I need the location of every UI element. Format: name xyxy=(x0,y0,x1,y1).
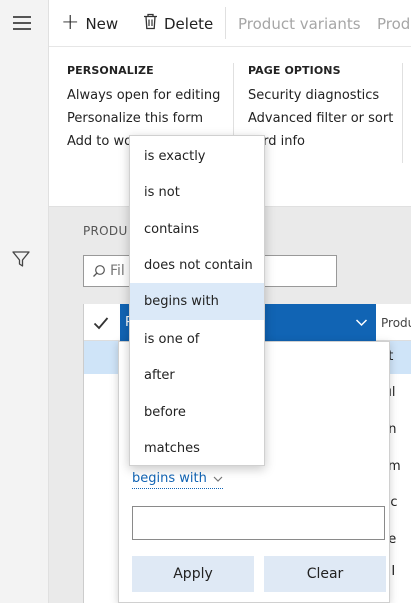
filter-value-input[interactable] xyxy=(132,506,385,540)
operator-option-is-one-of[interactable]: is one of xyxy=(130,321,264,358)
funnel-icon[interactable] xyxy=(11,249,31,269)
operator-option-matches[interactable]: matches xyxy=(130,430,264,467)
new-button[interactable]: + New xyxy=(61,0,118,47)
action-pane: + New Delete Product variants Prod xyxy=(49,0,411,47)
clear-button[interactable]: Clear xyxy=(264,556,386,592)
nav-rail xyxy=(0,0,49,603)
action-divider xyxy=(225,7,226,39)
plus-icon: + xyxy=(61,9,80,35)
operator-option-does-not-contain[interactable]: does not contain xyxy=(130,247,264,284)
security-diagnostics-link[interactable]: Security diagnostics xyxy=(248,84,393,107)
prod-button[interactable]: Prod xyxy=(377,0,410,47)
group-divider xyxy=(402,63,403,163)
personalize-heading: PERSONALIZE xyxy=(67,64,154,77)
always-open-for-editing-link[interactable]: Always open for editing xyxy=(67,84,220,107)
grid-filter-placeholder: Fil xyxy=(110,263,125,279)
trash-icon xyxy=(143,13,158,34)
operator-option-is-not[interactable]: is not xyxy=(130,174,264,211)
operator-option-contains[interactable]: contains xyxy=(130,211,264,248)
chevron-down-icon xyxy=(213,476,223,482)
page-options-group: PAGE OPTIONS Security diagnostics Advanc… xyxy=(248,64,393,153)
operator-select[interactable]: begins with xyxy=(132,471,223,489)
column-header-product[interactable]: Produ xyxy=(381,304,411,341)
operator-dropdown: is exactly is not contains does not cont… xyxy=(129,135,265,466)
operator-option-begins-with[interactable]: begins with xyxy=(130,283,264,320)
apply-button[interactable]: Apply xyxy=(132,556,254,592)
operator-option-before[interactable]: before xyxy=(130,394,264,431)
search-icon xyxy=(93,265,105,277)
new-button-label: New xyxy=(85,14,119,33)
prod-button-label: Prod xyxy=(377,14,411,33)
product-variants-button[interactable]: Product variants xyxy=(238,0,361,47)
delete-button-label: Delete xyxy=(164,14,214,33)
operator-option-after[interactable]: after xyxy=(130,357,264,394)
delete-button[interactable]: Delete xyxy=(143,0,213,47)
page-options-heading: PAGE OPTIONS xyxy=(248,64,341,77)
product-variants-label: Product variants xyxy=(238,14,361,33)
chevron-down-icon[interactable] xyxy=(355,316,368,329)
hamburger-icon[interactable] xyxy=(13,16,31,30)
record-info-link[interactable]: cord info xyxy=(248,130,393,153)
operator-select-value: begins with xyxy=(132,471,207,486)
personalize-this-form-link[interactable]: Personalize this form xyxy=(67,107,220,130)
select-all-check-icon[interactable] xyxy=(93,315,109,330)
advanced-filter-link[interactable]: Advanced filter or sort xyxy=(248,107,393,130)
section-title: PRODU xyxy=(83,224,128,238)
operator-option-is-exactly[interactable]: is exactly xyxy=(130,138,264,175)
